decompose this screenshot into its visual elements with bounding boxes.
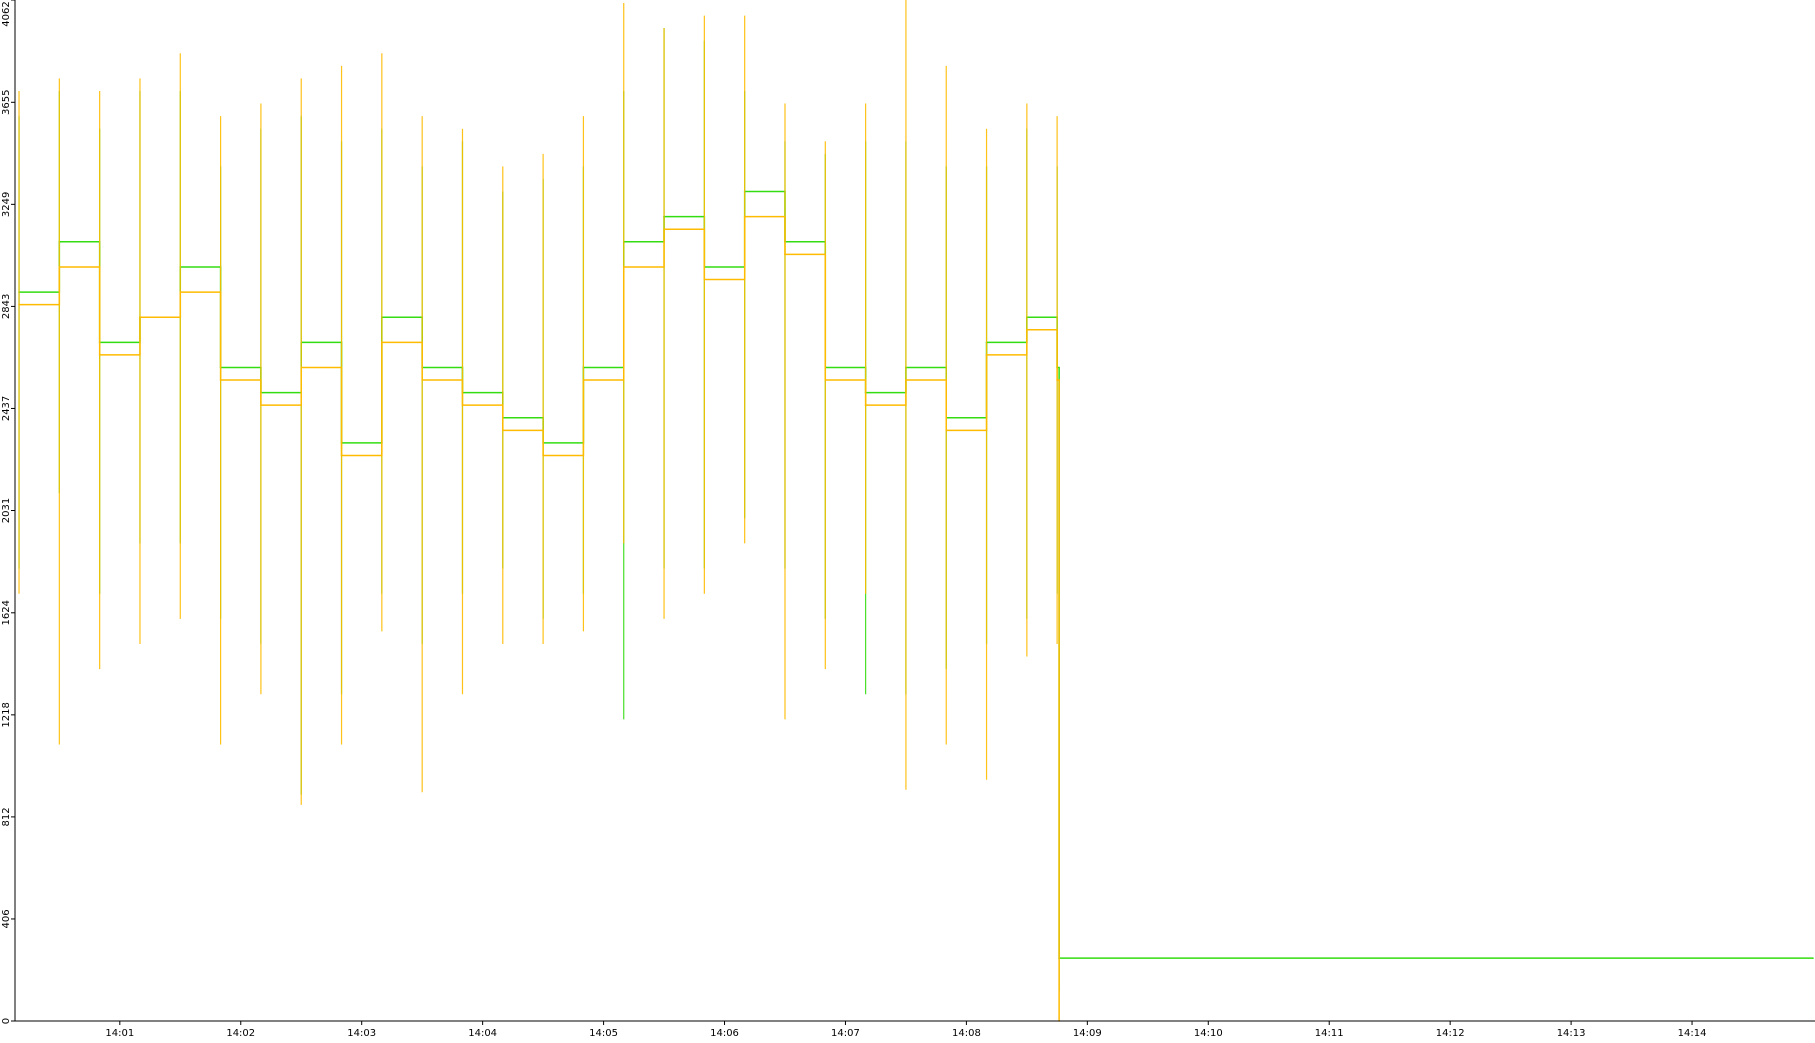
x-tick-label: 14:08 <box>952 1028 981 1039</box>
series-0 <box>18 28 1814 991</box>
y-tick-label: 812 <box>1 807 12 826</box>
series-1-point <box>381 341 383 344</box>
y-tick-label: 4062 <box>1 1 12 26</box>
axes-layer: 0 406 812 1218 1624 2031 2437 2843 3249 3655 4062 1… <box>1 0 1815 1039</box>
y-tick-label: 3655 <box>1 90 12 115</box>
y-tick-label: 2843 <box>1 294 12 319</box>
series-1-point <box>864 404 867 406</box>
x-tick-label: 14:09 <box>1073 1028 1102 1039</box>
x-tick-label: 14:14 <box>1678 1028 1707 1039</box>
series-1-point <box>260 404 262 406</box>
series-1-point <box>622 266 625 268</box>
x-tick-label: 14:05 <box>589 1028 618 1039</box>
x-tick-label: 14:12 <box>1436 1028 1465 1039</box>
x-tick-label: 14:01 <box>105 1028 134 1039</box>
series-1-point <box>98 354 101 356</box>
series-1-point <box>824 379 827 381</box>
x-tick-label: 14:10 <box>1194 1028 1223 1039</box>
line-chart: 0 406 812 1218 1624 2031 2437 2843 3249 3655 4062 1… <box>1 0 1815 1039</box>
x-tick-label: 14:02 <box>226 1028 255 1039</box>
series-1-point <box>18 303 20 306</box>
x-tick-label: 14:06 <box>710 1028 739 1039</box>
series-1-point <box>139 316 141 319</box>
y-tick-label: 2031 <box>1 498 12 523</box>
series-1-point <box>501 429 504 432</box>
series-1-point <box>945 429 948 432</box>
series-1-point <box>1026 328 1028 331</box>
series-1-point <box>582 379 585 381</box>
series-1-point <box>905 379 907 381</box>
series-1-point <box>179 291 182 293</box>
series-1-point <box>219 379 222 381</box>
series-1-point <box>743 215 746 218</box>
y-tick-label: 1624 <box>1 600 12 625</box>
x-tick-label: 14:07 <box>831 1028 860 1039</box>
series-1-point <box>300 366 303 369</box>
y-tick-label: 0 <box>1 1018 12 1024</box>
series-1-line <box>19 215 1060 1021</box>
series-0-line <box>19 190 1813 959</box>
y-tick-label: 406 <box>1 909 12 928</box>
series-1-point <box>985 354 988 356</box>
series-1-point <box>703 278 706 281</box>
x-tick-label: 14:13 <box>1557 1028 1586 1039</box>
x-tick-label: 14:04 <box>468 1028 497 1039</box>
x-tick-label: 14:11 <box>1315 1028 1344 1039</box>
y-tick-label: 3249 <box>1 192 12 217</box>
series-1-point <box>340 454 343 457</box>
y-tick-label: 1218 <box>1 702 12 727</box>
series-1-point <box>542 454 544 457</box>
series-1 <box>18 0 1060 1022</box>
chart-root: 0 406 812 1218 1624 2031 2437 2843 3249 3655 4062 1… <box>0 0 1815 1039</box>
series-0-point <box>1812 957 1814 959</box>
series-1-point <box>1056 379 1058 381</box>
y-tick-label: 2437 <box>1 396 12 421</box>
series-1-point <box>784 253 786 256</box>
series-1-point <box>461 404 464 406</box>
x-tick-label: 14:03 <box>347 1028 376 1039</box>
series-1-point <box>663 228 665 231</box>
series-layer <box>18 0 1814 1022</box>
series-1-point <box>421 379 423 381</box>
series-1-point <box>58 266 61 268</box>
